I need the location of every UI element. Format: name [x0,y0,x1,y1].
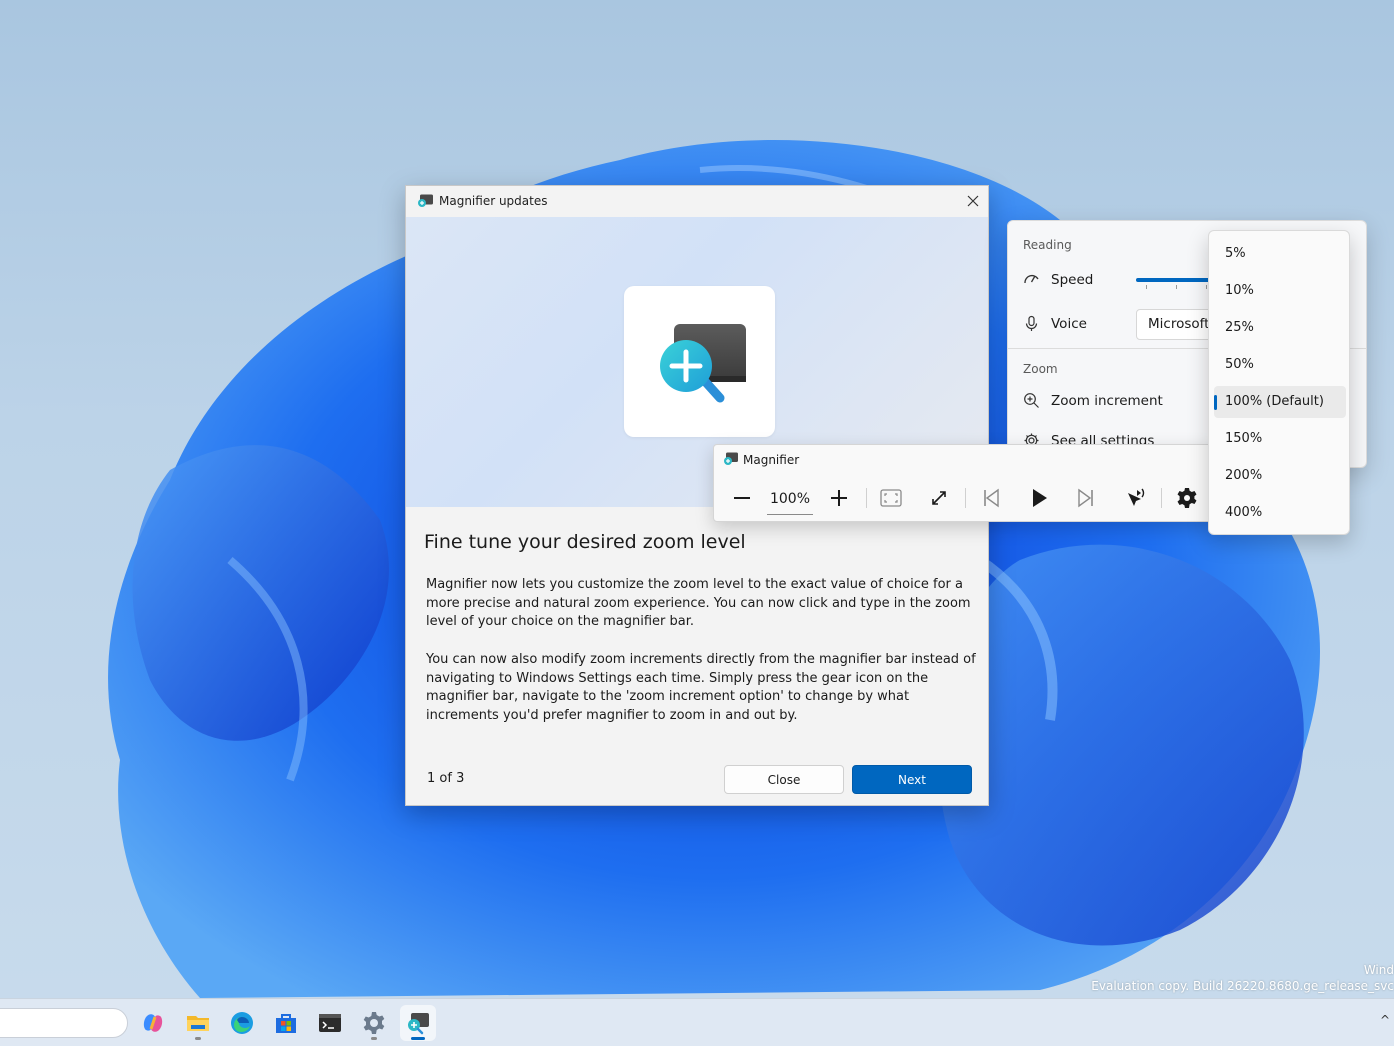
zoom-level-input[interactable] [767,483,813,515]
terminal-icon [319,1014,341,1032]
next-button[interactable]: Next [852,765,972,794]
taskbar-terminal-button[interactable] [312,1005,348,1041]
settings-button[interactable] [1170,481,1204,515]
dialog-title: Magnifier updates [439,194,548,208]
watermark-line-2: Evaluation copy. Build 26220.8680.ge_rel… [1091,979,1394,993]
evaluation-watermark: Wind Evaluation copy. Build 26220.8680.g… [1091,962,1394,994]
zoom-option-50[interactable]: 50% [1214,349,1346,381]
zoom-option-5[interactable]: 5% [1214,238,1346,270]
play-icon [1033,489,1047,507]
taskbar-copilot-button[interactable] [135,1005,171,1041]
running-indicator [371,1037,377,1040]
hero-icon-card [624,286,775,437]
expand-arrows-icon [932,491,946,505]
speed-label: Speed [1051,271,1094,288]
page-indicator: 1 of 3 [427,771,465,786]
zoom-out-button[interactable] [725,481,759,515]
taskbar-edge-button[interactable] [224,1005,260,1041]
show-hidden-icons-chevron[interactable]: ^ [1380,1013,1390,1027]
magnifier-icon [408,1013,429,1035]
taskbar-file-explorer-button[interactable] [180,1005,216,1041]
taskbar-magnifier-button[interactable] [400,1005,436,1041]
speed-tick [1176,285,1177,289]
magnifier-zoom-icon [659,323,746,402]
minus-icon [734,497,750,499]
next-read-button[interactable] [1069,481,1103,515]
reading-section-header: Reading [1023,238,1072,252]
previous-button[interactable] [974,481,1008,515]
gear-icon [1177,488,1197,508]
edge-icon [231,1012,253,1034]
magnifier-toolbar: Magnifier [713,444,1215,522]
dialog-paragraph-2: You can now also modify zoom increments … [426,652,976,723]
zoom-increment-row[interactable]: Zoom increment [1023,392,1163,409]
toolbar-separator [1161,488,1162,508]
microphone-icon [1025,315,1038,331]
voice-row: Voice [1023,315,1087,332]
speed-tick [1146,285,1147,289]
dialog-paragraph-1: Magnifier now lets you customize the zoo… [426,577,971,629]
store-icon [276,1014,296,1033]
taskbar: ^ [0,998,1394,1046]
file-explorer-icon [187,1016,209,1031]
taskbar-settings-button[interactable] [356,1005,392,1041]
speed-tick [1206,285,1207,289]
copilot-icon [143,1014,163,1032]
settings-icon [363,1012,385,1034]
zoom-in-icon [1024,393,1039,408]
magnifier-title: Magnifier [743,453,800,467]
taskbar-store-button[interactable] [268,1005,304,1041]
skip-next-icon [1078,488,1093,508]
dialog-titlebar: Magnifier updates [406,186,988,217]
watermark-line-1: Wind [1363,963,1394,977]
taskbar-search-box[interactable] [0,1008,128,1038]
running-indicator [195,1037,201,1040]
zoom-option-10[interactable]: 10% [1214,275,1346,307]
zoom-option-400[interactable]: 400% [1214,497,1346,529]
dialog-heading: Fine tune your desired zoom level [424,531,746,553]
magnifier-app-icon [724,452,738,465]
close-icon [967,195,979,207]
toolbar-separator [965,488,966,508]
active-indicator [411,1037,425,1040]
play-button[interactable] [1022,481,1056,515]
expand-button[interactable] [922,481,956,515]
fullscreen-view-icon [880,489,902,507]
close-button[interactable]: Close [724,765,844,794]
dialog-close-button[interactable] [958,186,988,216]
skip-previous-icon [984,488,999,508]
zoom-option-25[interactable]: 25% [1214,312,1346,344]
zoom-increment-label: Zoom increment [1051,392,1163,409]
view-mode-button[interactable] [874,481,908,515]
toolbar-separator [866,488,867,508]
zoom-option-100-default[interactable]: 100% (Default) [1214,386,1346,418]
zoom-in-button[interactable] [822,481,856,515]
voice-label: Voice [1051,315,1087,332]
zoom-option-150[interactable]: 150% [1214,423,1346,455]
zoom-option-200[interactable]: 200% [1214,460,1346,492]
read-from-here-icon [1128,488,1145,506]
zoom-increment-dropdown: 5% 10% 25% 50% 100% (Default) 150% 200% … [1208,230,1350,535]
read-from-here-button[interactable] [1118,481,1152,515]
zoom-section-header: Zoom [1023,362,1058,376]
speed-row: Speed [1023,271,1093,288]
speedometer-icon [1024,275,1039,284]
plus-icon [831,490,847,506]
magnifier-app-icon [418,194,433,207]
